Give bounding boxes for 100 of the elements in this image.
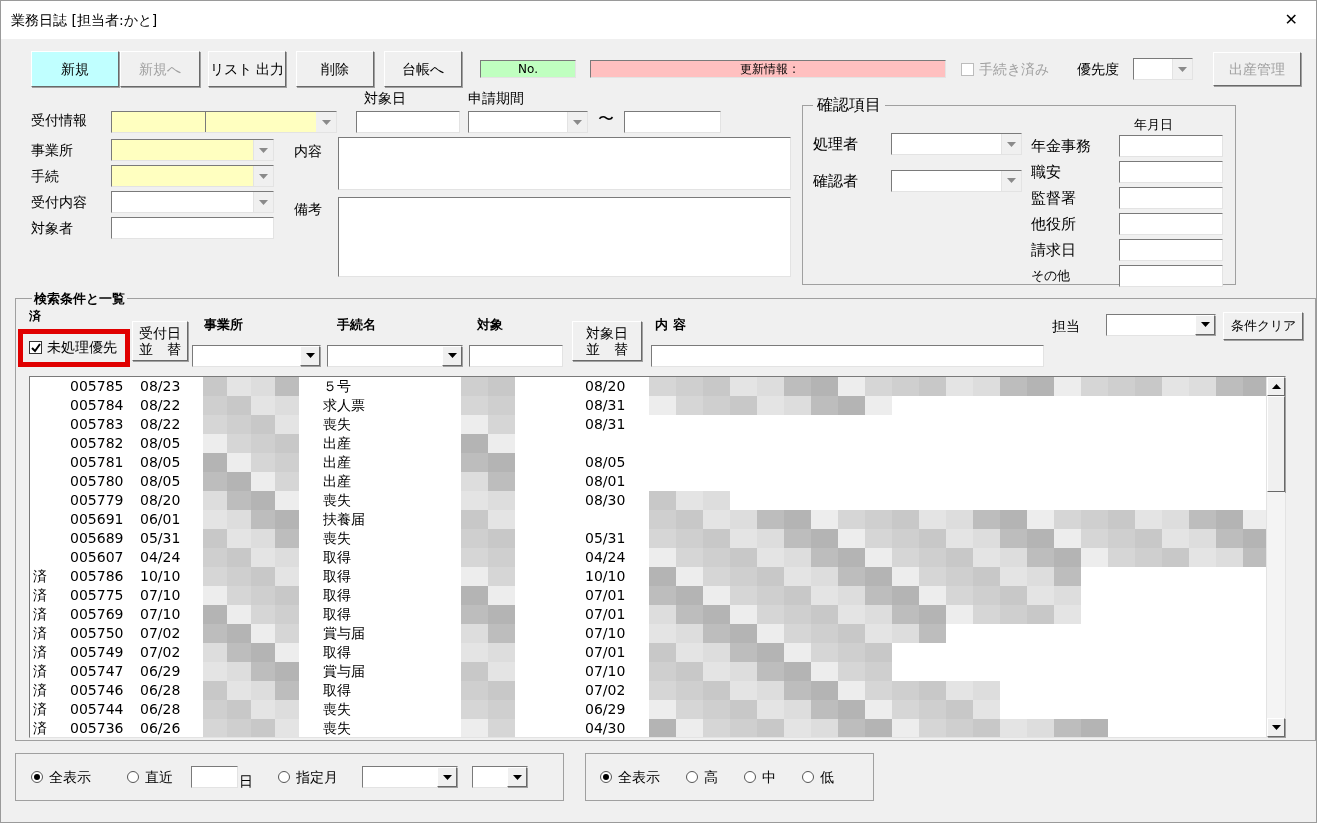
scroll-down-arrow-icon[interactable] xyxy=(1271,724,1281,730)
text-field[interactable] xyxy=(1119,213,1223,235)
text-area[interactable] xyxy=(338,137,791,190)
field-label: 受付情報 xyxy=(31,111,88,130)
close-button[interactable]: ✕ xyxy=(1280,8,1302,32)
text-field[interactable] xyxy=(1119,135,1223,157)
table-cell-text: 済 xyxy=(32,642,48,662)
dropdown-field[interactable] xyxy=(468,111,588,133)
checkbox-box[interactable] xyxy=(29,341,42,354)
pixelated-area-drawing xyxy=(461,718,515,737)
table-cell-text: 08/05 xyxy=(139,433,182,453)
text-field[interactable] xyxy=(469,344,563,367)
radio-option[interactable]: 高 xyxy=(686,766,718,788)
sort-button[interactable]: 受付日 並 替 xyxy=(132,320,188,361)
dropdown-field[interactable] xyxy=(891,169,1022,192)
checkbox[interactable]: 未処理優先 xyxy=(29,337,117,358)
table-cell-text: 取得 xyxy=(322,680,352,700)
radio-option[interactable]: 全表示 xyxy=(31,766,91,788)
radio-option[interactable]: 直近 xyxy=(127,766,173,788)
table-cell-text: 04/24 xyxy=(585,547,627,567)
dropdown-field[interactable] xyxy=(1106,313,1216,336)
table-cell-text: 08/30 xyxy=(585,490,627,510)
dropdown-field[interactable] xyxy=(327,344,463,367)
pixelated-area-drawing xyxy=(461,376,515,396)
text-field[interactable] xyxy=(356,111,460,133)
table-cell-text: 07/01 xyxy=(585,585,627,605)
text-field[interactable] xyxy=(624,111,721,133)
dropdown-field[interactable] xyxy=(110,165,274,187)
text-field[interactable] xyxy=(651,344,1044,367)
field-label: 職安 xyxy=(1031,161,1062,183)
caret-down-icon xyxy=(1200,322,1210,327)
caret-down-icon xyxy=(512,774,522,780)
dropdown-field[interactable] xyxy=(1133,58,1193,80)
caret-down-icon xyxy=(1007,178,1016,184)
pixelated-area-drawing xyxy=(461,528,515,548)
radio-circle-icon[interactable] xyxy=(600,771,612,783)
dropdown-field[interactable] xyxy=(891,133,1022,156)
window-title: 業務日誌 [担当者:かと] xyxy=(11,10,158,30)
pixelated-area-drawing xyxy=(461,509,515,529)
table-cell-text: 賞与届 xyxy=(322,623,366,643)
table-cell-text: 取得 xyxy=(322,642,352,662)
text-field[interactable] xyxy=(1119,265,1223,287)
radio-option[interactable]: 中 xyxy=(744,766,776,788)
caret-down-icon xyxy=(573,119,582,125)
number-field: No. xyxy=(480,60,576,78)
toolbar-button[interactable]: 削除 xyxy=(296,51,374,87)
caret-down-icon xyxy=(259,147,268,153)
table-cell-text: 08/05 xyxy=(585,452,627,472)
pixelated-area-drawing xyxy=(461,699,515,719)
table-cell-text: 08/31 xyxy=(585,414,627,434)
pixelated-area-drawing xyxy=(461,414,515,434)
table-cell-text: 005775 xyxy=(69,585,125,605)
text-field[interactable] xyxy=(110,217,274,239)
field-label: 担当 xyxy=(1052,316,1080,336)
caret-down-icon xyxy=(447,353,457,358)
table-cell-text: 005783 xyxy=(69,414,125,434)
field-label: 監督署 xyxy=(1031,187,1077,209)
text-field[interactable] xyxy=(1119,161,1223,183)
dropdown-field[interactable] xyxy=(362,766,458,788)
toolbar-button[interactable]: 新規 xyxy=(31,51,119,87)
text-field[interactable] xyxy=(191,766,238,788)
table-cell-text: 取得 xyxy=(322,566,352,586)
dropdown-field[interactable] xyxy=(110,191,274,213)
sort-button[interactable]: 対象日 並 替 xyxy=(572,320,642,361)
field-label: 他役所 xyxy=(1031,213,1077,235)
radio-circle-icon[interactable] xyxy=(31,771,43,783)
field-label: 手続 xyxy=(31,166,60,186)
table-cell-text: 06/28 xyxy=(139,680,182,700)
column-header: 手続名 xyxy=(336,315,377,334)
caret-down-icon xyxy=(259,199,268,205)
text-field[interactable] xyxy=(1119,187,1223,209)
table-cell-text: 005780 xyxy=(69,471,125,491)
caret-down-icon xyxy=(305,353,315,358)
table-cell-text: 喪失 xyxy=(322,414,352,434)
range-separator: 〜 xyxy=(598,108,614,130)
toolbar-button[interactable]: 台帳へ xyxy=(384,51,462,87)
table-cell-text: 06/01 xyxy=(139,509,182,529)
radio-option[interactable]: 全表示 xyxy=(600,766,660,788)
dropdown-field[interactable] xyxy=(111,111,337,133)
table-cell-text: 005781 xyxy=(69,452,125,472)
toolbar-button[interactable]: リスト 出力 xyxy=(208,51,286,87)
table-cell-text: 04/30 xyxy=(585,718,627,737)
scrollbar[interactable] xyxy=(1266,376,1285,737)
pixelated-area-drawing xyxy=(461,490,515,510)
table-cell-text: 07/02 xyxy=(139,623,182,643)
scrollbar-thumb[interactable] xyxy=(1267,395,1285,492)
table-cell-text: 005786 xyxy=(69,566,125,586)
dropdown-field[interactable] xyxy=(192,344,321,367)
table-cell-text: 出産 xyxy=(322,452,352,472)
dropdown-field[interactable] xyxy=(472,766,528,788)
radio-option[interactable]: 低 xyxy=(802,766,834,788)
clear-filter-button[interactable]: 条件クリア xyxy=(1223,311,1303,340)
table-cell-text: 求人票 xyxy=(322,395,366,415)
text-field[interactable] xyxy=(1119,239,1223,261)
pixelated-area-drawing xyxy=(461,433,515,453)
dropdown-field[interactable] xyxy=(110,139,274,161)
table-cell-text: 08/20 xyxy=(139,490,182,510)
scroll-up-arrow-icon[interactable] xyxy=(1271,383,1281,389)
radio-option[interactable]: 指定月 xyxy=(278,766,338,788)
table-cell-text: 済 xyxy=(32,623,48,643)
